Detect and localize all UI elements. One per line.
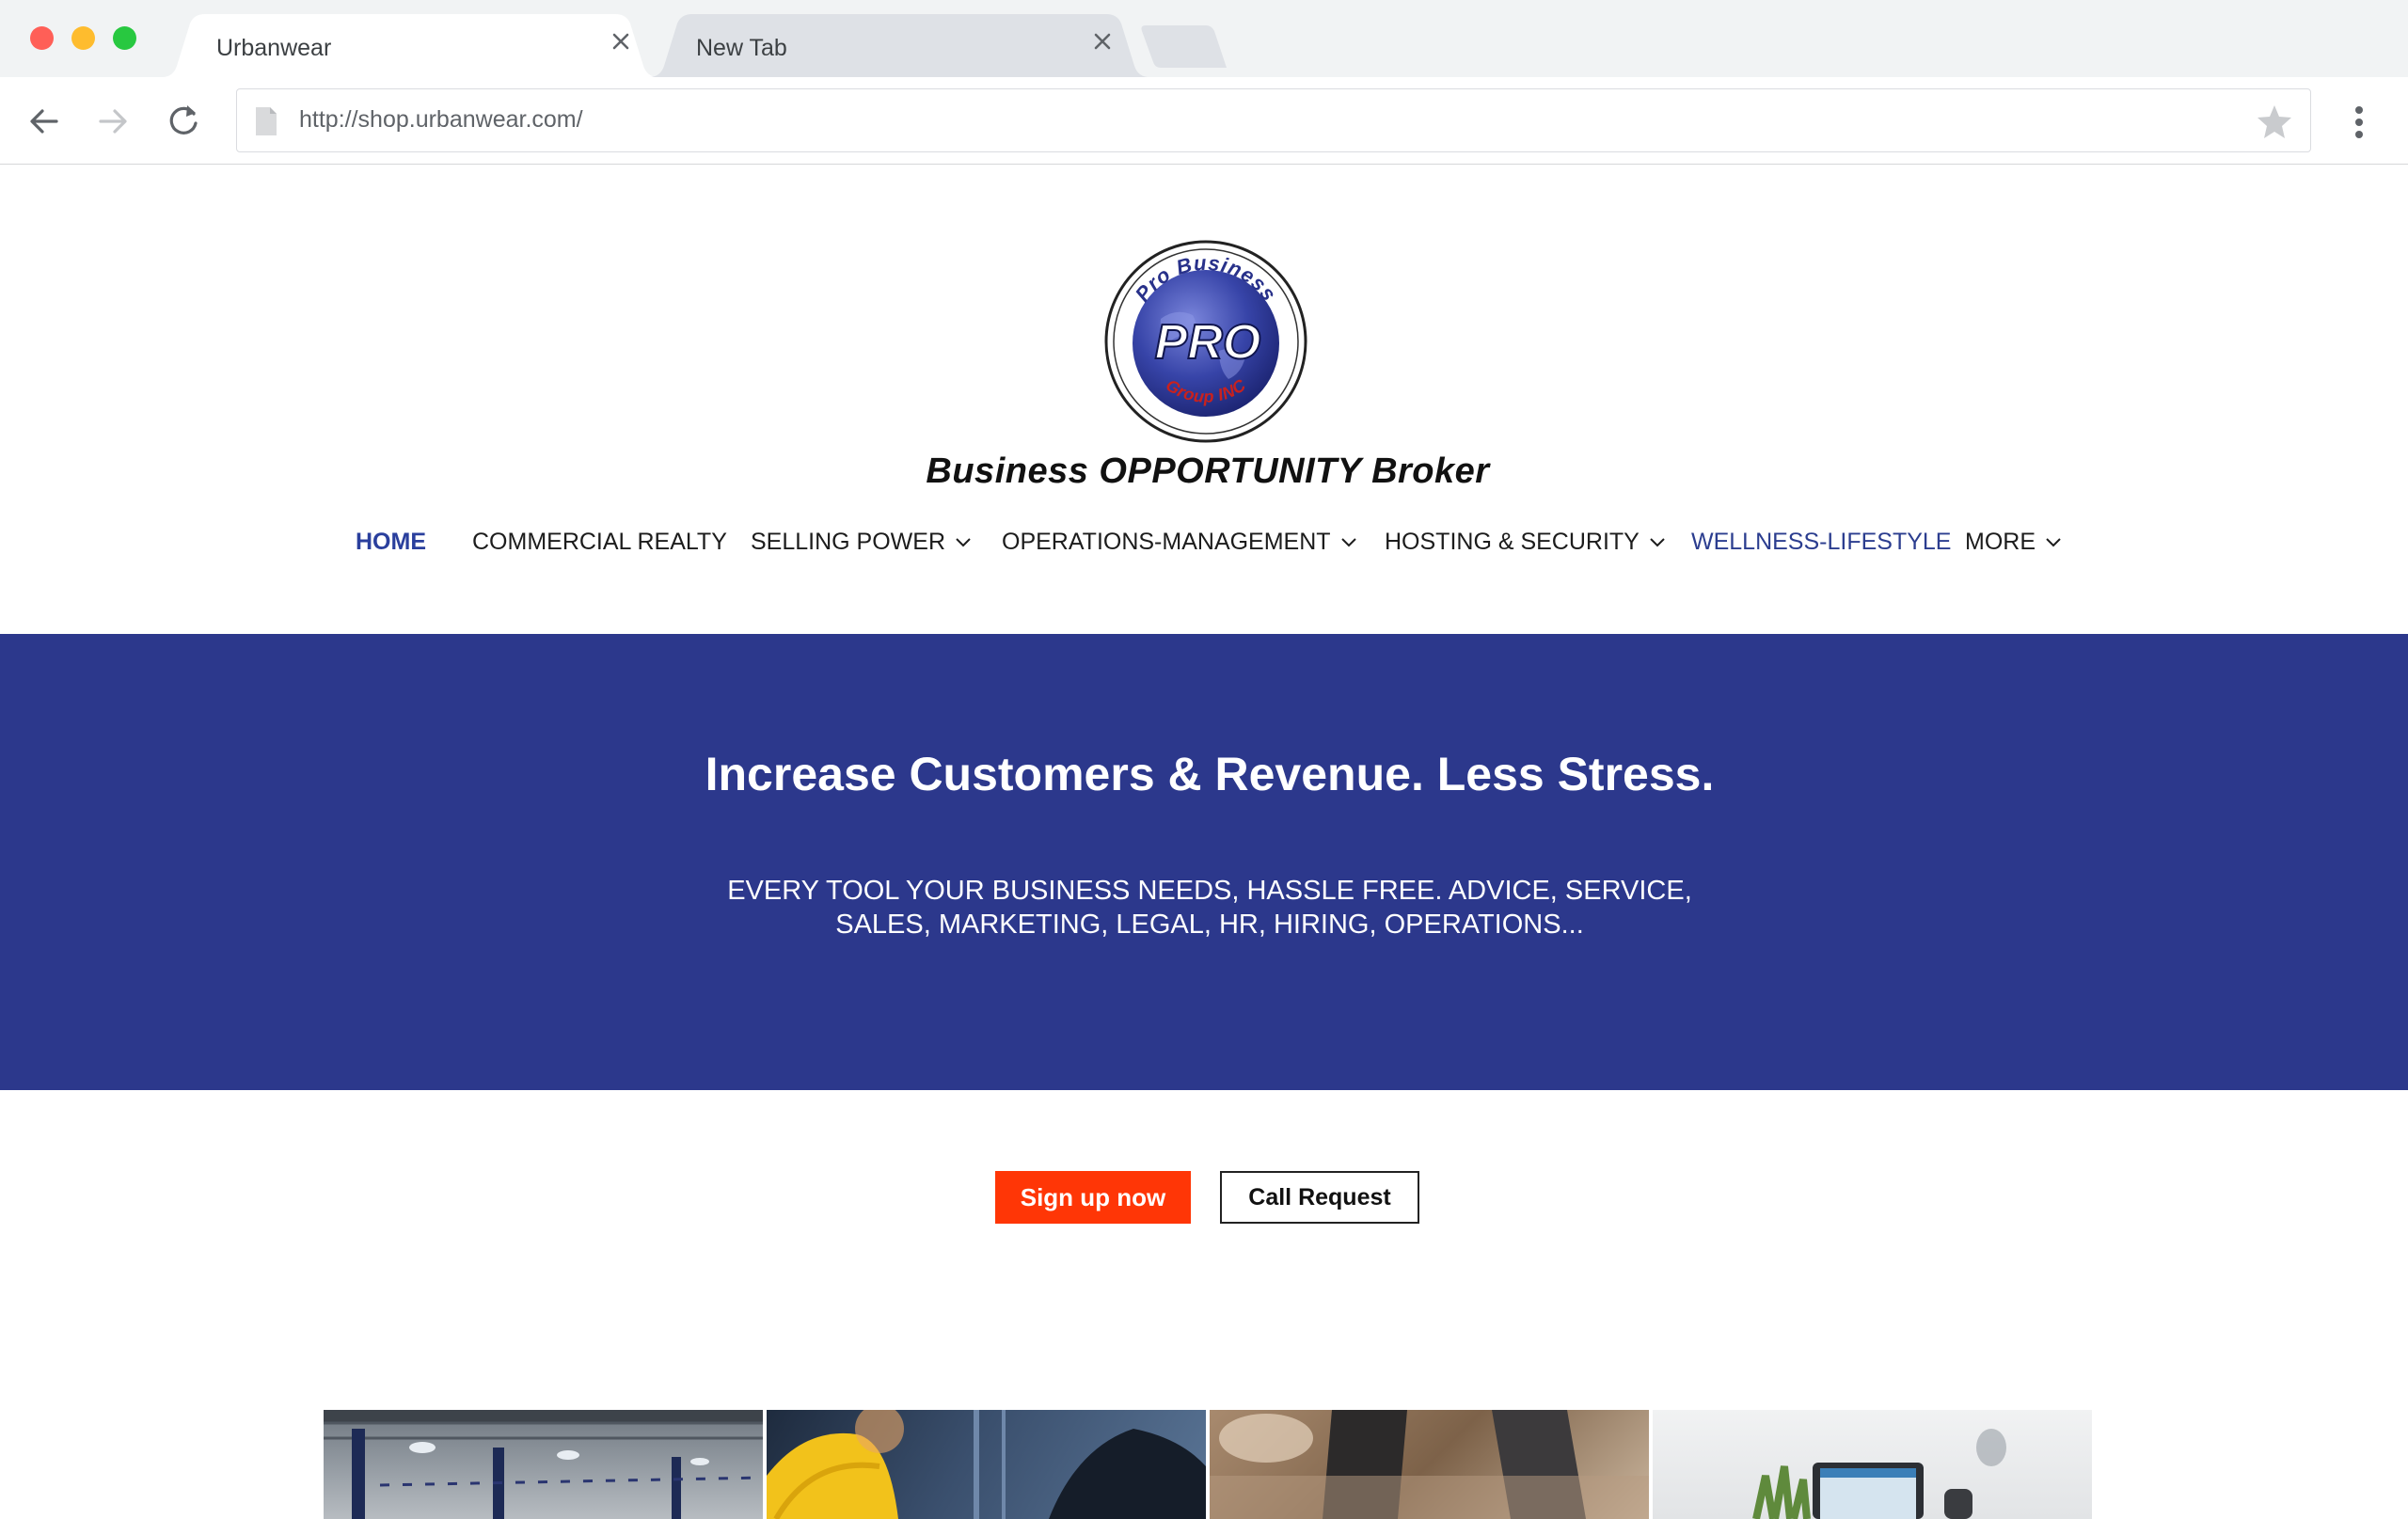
maximize-window-button[interactable] xyxy=(113,26,136,50)
office-desk-photo[interactable] xyxy=(1653,1410,2092,1519)
hero-subtitle-line-1: EVERY TOOL YOUR BUSINESS NEEDS, HASSLE F… xyxy=(727,876,1692,906)
bookmark-star-icon[interactable] xyxy=(2256,103,2293,140)
call-request-button[interactable]: Call Request xyxy=(1220,1171,1419,1224)
hero-title: Increase Customers & Revenue. Less Stres… xyxy=(705,748,1715,800)
nav-item-operations-management[interactable]: OPERATIONS-MANAGEMENT xyxy=(1002,529,1357,556)
page-icon xyxy=(256,107,277,135)
warehouse-photo-art xyxy=(324,1410,763,1519)
nav-item-selling-power[interactable]: SELLING POWER xyxy=(751,529,972,556)
pro-business-logo[interactable]: Pro Business PRO Group INC xyxy=(1102,238,1309,445)
browser-tab-new-tab[interactable]: New Tab xyxy=(649,14,1149,77)
url-text: http://shop.urbanwear.com/ xyxy=(299,106,583,133)
hero-subtitle: EVERY TOOL YOUR BUSINESS NEEDS, HASSLE F… xyxy=(0,874,2408,941)
browser-tab-strip: Urbanwear New Tab xyxy=(0,0,2408,77)
nav-label: MORE xyxy=(1965,529,2036,555)
nav-item-home[interactable]: HOME xyxy=(356,529,426,556)
chevron-down-icon xyxy=(2046,538,2061,547)
nav-label: COMMERCIAL REALTY xyxy=(472,529,727,555)
nav-item-hosting-security[interactable]: HOSTING & SECURITY xyxy=(1385,529,1666,556)
new-tab-button[interactable] xyxy=(1140,25,1227,68)
browser-tab-urbanwear[interactable]: Urbanwear xyxy=(162,14,658,77)
close-window-button[interactable] xyxy=(30,26,54,50)
minimize-window-button[interactable] xyxy=(71,26,95,50)
tab-title: Urbanwear xyxy=(216,35,332,61)
nav-item-more[interactable]: MORE xyxy=(1965,529,2062,556)
nav-label: OPERATIONS-MANAGEMENT xyxy=(1002,529,1331,555)
warehouse-photo[interactable] xyxy=(324,1410,763,1519)
chevron-down-icon xyxy=(1340,538,1356,547)
reload-icon[interactable] xyxy=(162,100,205,143)
sign-up-button[interactable]: Sign up now xyxy=(995,1171,1191,1224)
construction-meeting-photo[interactable] xyxy=(767,1410,1206,1519)
business-handshake-photo-art xyxy=(1210,1410,1649,1519)
construction-meeting-photo-art xyxy=(767,1410,1206,1519)
nav-label: HOSTING & SECURITY xyxy=(1385,529,1640,555)
office-desk-photo-art xyxy=(1752,1429,2006,1519)
logo-center-text: PRO xyxy=(1155,315,1261,370)
close-tab-icon[interactable] xyxy=(608,28,634,55)
nav-item-wellness-lifestyle[interactable]: WELLNESS-LIFESTYLE xyxy=(1691,529,1951,556)
hero-subtitle-line-2: SALES, MARKETING, LEGAL, HR, HIRING, OPE… xyxy=(835,910,1584,940)
tab-title: New Tab xyxy=(696,35,787,61)
browser-toolbar: http://shop.urbanwear.com/ xyxy=(0,77,2408,165)
chevron-down-icon xyxy=(1650,538,1665,547)
business-handshake-photo[interactable] xyxy=(1210,1410,1649,1519)
forward-arrow-icon[interactable] xyxy=(91,100,135,143)
hero-banner: Increase Customers & Revenue. Less Stres… xyxy=(0,634,2408,1090)
close-tab-icon[interactable] xyxy=(1089,28,1116,55)
page-content: Pro Business PRO Group INC Business OPPO… xyxy=(0,165,2408,1519)
main-navigation: HOME COMMERCIAL REALTY SELLING POWER OPE… xyxy=(0,529,2408,566)
nav-label: HOME xyxy=(356,529,426,555)
nav-label: WELLNESS-LIFESTYLE xyxy=(1691,529,1952,555)
nav-label: SELLING POWER xyxy=(751,529,945,555)
back-arrow-icon[interactable] xyxy=(23,100,66,143)
nav-item-commercial-realty[interactable]: COMMERCIAL REALTY xyxy=(472,529,727,556)
chevron-down-icon xyxy=(956,538,971,547)
more-menu-icon[interactable] xyxy=(2342,101,2376,144)
address-bar[interactable]: http://shop.urbanwear.com/ xyxy=(236,88,2311,152)
site-tagline: Business OPPORTUNITY Broker xyxy=(926,451,1490,491)
